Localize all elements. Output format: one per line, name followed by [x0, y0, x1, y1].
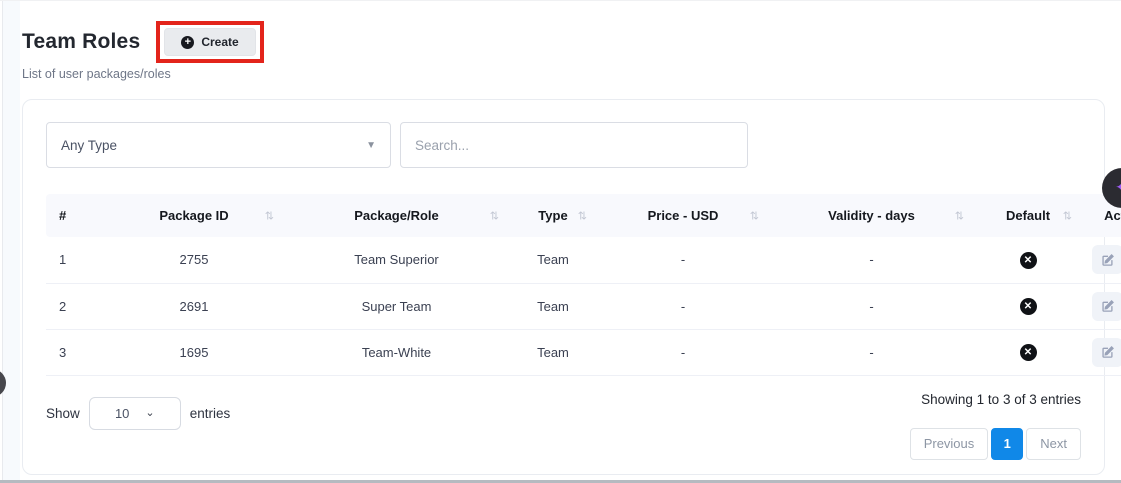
- page-left-gutter: [2, 1, 20, 480]
- col-package-role: Package/Role⇅: [284, 194, 509, 237]
- col-package-id: Package ID⇅: [104, 194, 284, 237]
- cell-actions: [1082, 237, 1121, 283]
- times-circle-icon: ✕: [1020, 298, 1037, 315]
- sort-icon[interactable]: ⇅: [750, 209, 759, 222]
- edit-button[interactable]: [1092, 338, 1121, 367]
- cell-default: ✕: [974, 237, 1082, 283]
- table-header-row: # Package ID⇅ Package/Role⇅ Type⇅ Price …: [46, 194, 1121, 237]
- col-validity: Validity - days⇅: [769, 194, 974, 237]
- page-subtitle: List of user packages/roles: [22, 67, 171, 81]
- cell-validity: -: [769, 237, 974, 283]
- edit-button[interactable]: [1092, 292, 1121, 321]
- cell-price: -: [597, 283, 769, 329]
- entries-select-value: 10: [115, 406, 129, 421]
- edit-icon: [1101, 253, 1115, 267]
- page-header: Team Roles + Create: [22, 21, 264, 63]
- cell-package-id: 2755: [104, 237, 284, 283]
- cell-package-role: Super Team: [284, 283, 509, 329]
- table-row: 2 2691 Super Team Team - - ✕: [46, 283, 1121, 329]
- cell-index: 1: [46, 237, 104, 283]
- cell-index: 2: [46, 283, 104, 329]
- cell-actions: [1082, 283, 1121, 329]
- filters-bar: Any Type ▼: [46, 122, 1081, 168]
- cell-validity: -: [769, 329, 974, 375]
- search-input[interactable]: [400, 122, 748, 168]
- roles-table: # Package ID⇅ Package/Role⇅ Type⇅ Price …: [46, 194, 1121, 376]
- pagination-previous-button[interactable]: Previous: [910, 428, 989, 460]
- chevron-down-icon: ⌄: [145, 409, 154, 417]
- entries-label: entries: [190, 406, 231, 421]
- cell-type: Team: [509, 237, 597, 283]
- col-index: #: [46, 194, 104, 237]
- table-row: 1 2755 Team Superior Team - - ✕: [46, 237, 1121, 283]
- cell-package-id: 2691: [104, 283, 284, 329]
- edit-icon: [1101, 299, 1115, 313]
- cell-type: Team: [509, 329, 597, 375]
- annotation-highlight-box: + Create: [156, 21, 263, 63]
- cell-price: -: [597, 237, 769, 283]
- entries-summary: Showing 1 to 3 of 3 entries: [921, 392, 1081, 407]
- sort-icon[interactable]: ⇅: [490, 209, 499, 222]
- show-label: Show: [46, 406, 80, 421]
- col-type: Type⇅: [509, 194, 597, 237]
- cell-default: ✕: [974, 283, 1082, 329]
- caret-down-icon: ▼: [366, 140, 376, 151]
- table-row: 3 1695 Team-White Team - - ✕: [46, 329, 1121, 375]
- create-button[interactable]: + Create: [164, 28, 255, 56]
- sort-icon[interactable]: ⇅: [578, 209, 587, 222]
- create-button-label: Create: [201, 35, 238, 49]
- sort-icon[interactable]: ⇅: [955, 209, 964, 222]
- edit-button[interactable]: [1092, 245, 1121, 274]
- pagination-next-button[interactable]: Next: [1026, 428, 1081, 460]
- pagination-page-1-button[interactable]: 1: [991, 428, 1023, 460]
- times-circle-icon: ✕: [1020, 252, 1037, 269]
- cell-validity: -: [769, 283, 974, 329]
- times-circle-icon: ✕: [1020, 344, 1037, 361]
- table-footer: Show 10 ⌄ entries Showing 1 to 3 of 3 en…: [46, 392, 1081, 460]
- cell-package-role: Team-White: [284, 329, 509, 375]
- col-default: Default⇅: [974, 194, 1082, 237]
- cell-package-role: Team Superior: [284, 237, 509, 283]
- sort-icon[interactable]: ⇅: [265, 209, 274, 222]
- roles-card: Any Type ▼ # Package ID⇅ Package/Role⇅ T…: [22, 99, 1105, 475]
- type-filter-value: Any Type: [61, 138, 117, 153]
- pagination: Previous 1 Next: [910, 428, 1081, 460]
- cell-default: ✕: [974, 329, 1082, 375]
- plus-circle-icon: +: [181, 36, 194, 49]
- col-price: Price - USD⇅: [597, 194, 769, 237]
- entries-per-page-select[interactable]: 10 ⌄: [89, 397, 181, 430]
- cell-index: 3: [46, 329, 104, 375]
- cell-price: -: [597, 329, 769, 375]
- cell-package-id: 1695: [104, 329, 284, 375]
- sparkle-icon: ✦: [1115, 178, 1121, 198]
- footer-right: Showing 1 to 3 of 3 entries Previous 1 N…: [910, 392, 1081, 460]
- show-entries-control: Show 10 ⌄ entries: [46, 397, 230, 430]
- edit-icon: [1101, 345, 1115, 359]
- sort-icon[interactable]: ⇅: [1063, 209, 1072, 222]
- cell-actions: [1082, 329, 1121, 375]
- cell-type: Team: [509, 283, 597, 329]
- page-title: Team Roles: [22, 30, 140, 54]
- type-filter-select[interactable]: Any Type ▼: [46, 122, 391, 168]
